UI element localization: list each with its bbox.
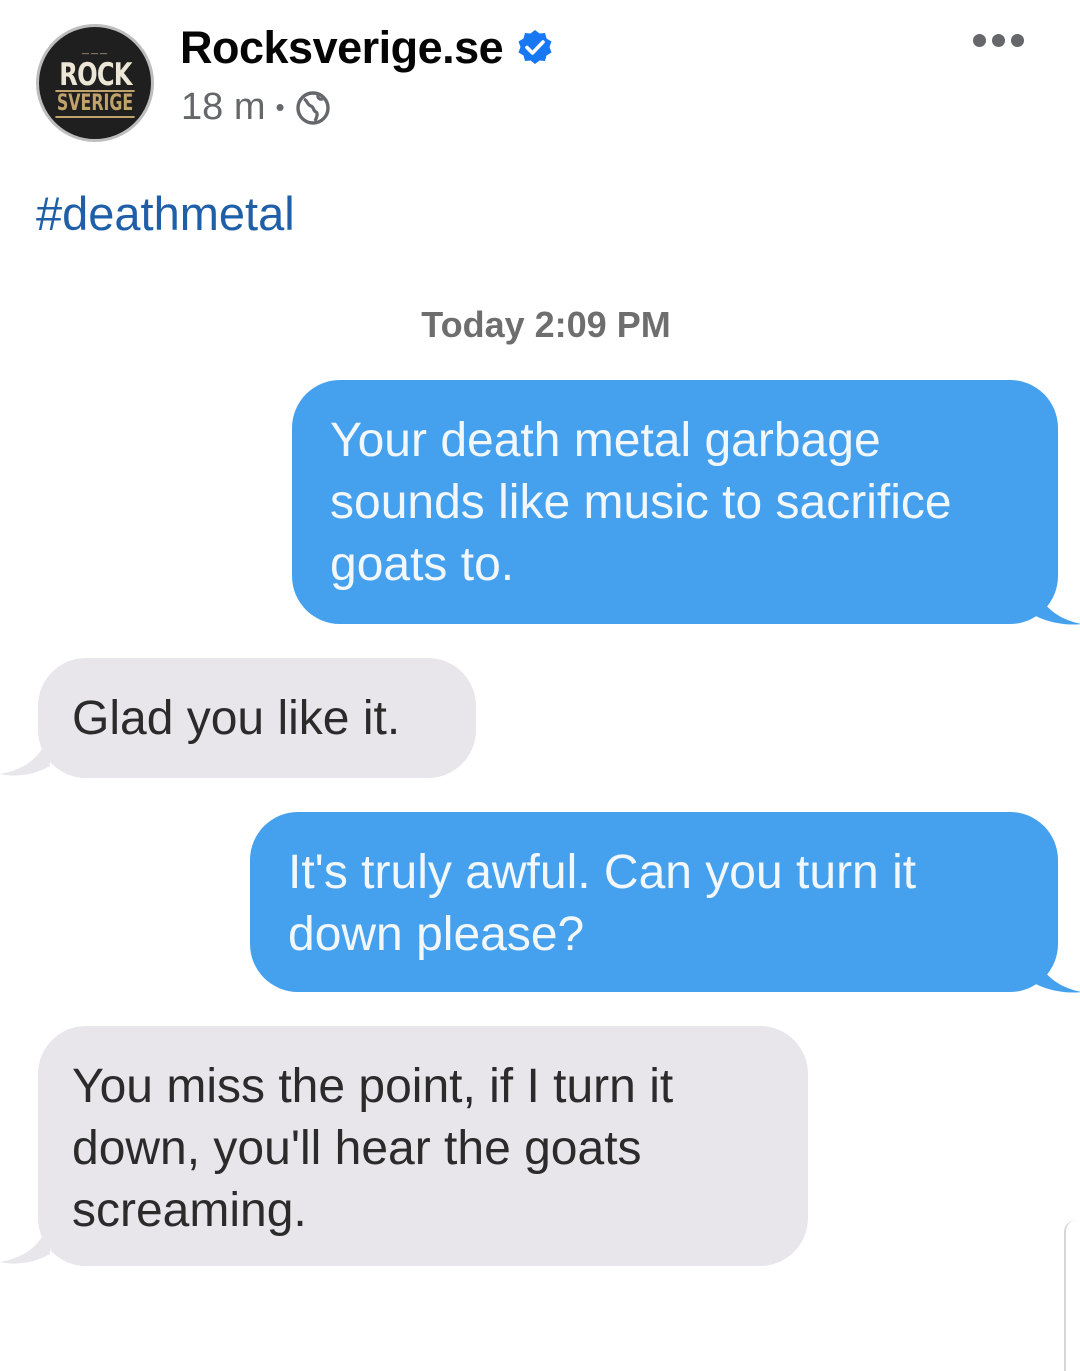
page-name-link[interactable]: Rocksverige.se — [180, 22, 504, 74]
bubble-tail — [1032, 578, 1080, 625]
conversation-timestamp: Today 2:09 PM — [421, 304, 671, 345]
facebook-post: ——— ROCK SVERIGE Rocksverige.se 18 m • #… — [0, 0, 1080, 1371]
globe-icon[interactable] — [295, 90, 331, 126]
page-name-row: Rocksverige.se — [180, 22, 555, 74]
sent-message-bubble: It's truly awful. Can you turn it down p… — [250, 812, 1058, 992]
message-text: Your death metal garbage sounds like mus… — [330, 414, 952, 591]
post-meta: 18 m • — [181, 86, 331, 129]
more-dot — [992, 34, 1005, 47]
received-message-bubble: Glad you like it. — [38, 658, 476, 778]
more-dot — [973, 34, 986, 47]
sent-message-bubble: Your death metal garbage sounds like mus… — [292, 380, 1058, 624]
verified-badge-icon — [515, 28, 555, 68]
avatar-logo-line2: SVERIGE — [55, 89, 135, 118]
meta-separator: • — [275, 92, 285, 122]
edge-divider — [1064, 1220, 1080, 1371]
received-message-bubble: You miss the point, if I turn it down, y… — [38, 1026, 808, 1266]
bubble-tail — [0, 1218, 50, 1264]
message-text: Glad you like it. — [72, 692, 401, 745]
hashtag-link[interactable]: #deathmetal — [36, 186, 295, 241]
avatar-logo-line1: ROCK — [58, 56, 132, 93]
message-text: You miss the point, if I turn it down, y… — [72, 1060, 674, 1237]
bubble-tail — [0, 730, 50, 776]
post-time[interactable]: 18 m — [181, 86, 265, 129]
page-avatar[interactable]: ——— ROCK SVERIGE — [36, 24, 154, 142]
bubble-tail — [1032, 946, 1080, 993]
message-text: It's truly awful. Can you turn it down p… — [288, 846, 917, 961]
more-options-icon[interactable] — [973, 34, 1024, 47]
more-dot — [1011, 34, 1024, 47]
